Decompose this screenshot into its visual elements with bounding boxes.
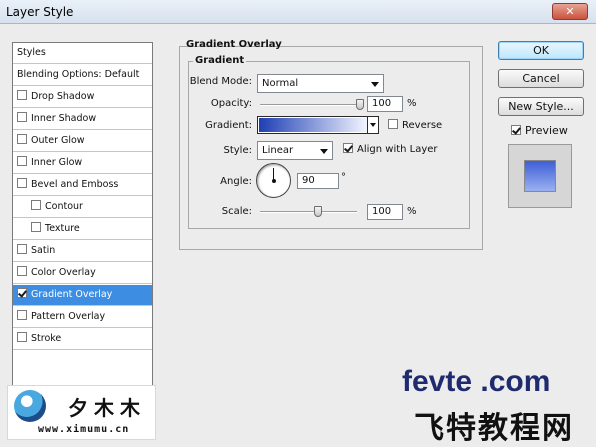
style-item-pattern-overlay[interactable]: Pattern Overlay xyxy=(13,307,152,328)
scale-slider-thumb[interactable] xyxy=(314,206,323,217)
ok-button[interactable]: OK xyxy=(498,41,584,60)
style-item-inner-glow[interactable]: Inner Glow xyxy=(13,153,152,174)
style-item-drop-shadow[interactable]: Drop Shadow xyxy=(13,87,152,108)
ximumu-brand-text: 夕木木 xyxy=(68,396,146,420)
style-item-label: Inner Shadow xyxy=(31,113,97,124)
opacity-slider-track[interactable] xyxy=(260,104,360,106)
ximumu-url-text: www.ximumu.cn xyxy=(38,424,130,435)
checkbox-icon[interactable] xyxy=(31,200,41,210)
chevron-down-icon xyxy=(320,149,328,154)
gradient-swatch[interactable] xyxy=(259,118,367,132)
style-item-stroke[interactable]: Stroke xyxy=(13,329,152,350)
blend-mode-select[interactable]: Normal xyxy=(257,74,384,93)
style-item-gradient-overlay[interactable]: Gradient Overlay xyxy=(13,285,152,306)
opacity-label: Opacity: xyxy=(210,98,252,109)
title-bar: Layer Style ✕ xyxy=(0,0,596,24)
angle-label: Angle: xyxy=(220,176,252,187)
angle-dial-hub xyxy=(272,179,276,183)
layer-style-dialog: Styles Blending Options: Default Drop Sh… xyxy=(0,25,596,446)
fevte-cn-watermark: 飞特教程网 xyxy=(414,411,574,446)
checkbox-icon[interactable] xyxy=(17,134,27,144)
window-title: Layer Style xyxy=(6,5,74,19)
checkbox-icon xyxy=(511,125,521,135)
opacity-unit: % xyxy=(407,98,417,109)
fevte-watermark: fevte .com xyxy=(402,365,551,398)
cancel-button[interactable]: Cancel xyxy=(498,69,584,88)
style-item-label: Drop Shadow xyxy=(31,91,95,102)
blend-mode-value: Normal xyxy=(262,78,299,89)
style-item-label: Gradient Overlay xyxy=(31,289,113,300)
ximumu-logo-icon xyxy=(14,390,46,422)
scale-unit: % xyxy=(407,206,417,217)
angle-unit: ° xyxy=(341,172,346,183)
new-style-button[interactable]: New Style... xyxy=(498,97,584,116)
style-item-label: Satin xyxy=(31,245,56,256)
checkbox-icon[interactable] xyxy=(17,332,27,342)
style-item-outer-glow[interactable]: Outer Glow xyxy=(13,131,152,152)
checkbox-icon[interactable] xyxy=(17,112,27,122)
blending-options-item[interactable]: Blending Options: Default xyxy=(13,65,152,86)
preview-swatch xyxy=(524,160,556,192)
scale-input[interactable]: 100 xyxy=(367,204,403,220)
gradient-label: Gradient: xyxy=(205,120,252,131)
style-item-color-overlay[interactable]: Color Overlay xyxy=(13,263,152,284)
opacity-input[interactable]: 100 xyxy=(367,96,403,112)
styles-header[interactable]: Styles xyxy=(13,43,152,64)
style-item-label: Bevel and Emboss xyxy=(31,179,119,190)
checkbox-icon[interactable] xyxy=(31,222,41,232)
close-button[interactable]: ✕ xyxy=(552,3,588,20)
gradient-picker[interactable] xyxy=(257,116,379,134)
style-item-label: Texture xyxy=(45,223,80,234)
preview-checkbox[interactable]: Preview xyxy=(511,124,568,137)
style-value: Linear xyxy=(262,145,294,156)
checkbox-icon[interactable] xyxy=(17,90,27,100)
style-select[interactable]: Linear xyxy=(257,141,333,160)
styles-list: Styles Blending Options: Default Drop Sh… xyxy=(12,42,153,389)
checkbox-icon[interactable] xyxy=(17,244,27,254)
preview-thumbnail xyxy=(508,144,572,208)
style-item-label: Contour xyxy=(45,201,83,212)
chevron-down-icon xyxy=(371,82,379,87)
gradient-dropdown-button[interactable] xyxy=(367,117,378,133)
checkbox-icon[interactable] xyxy=(17,266,27,276)
angle-input[interactable]: 90 xyxy=(297,173,339,189)
style-item-label: Inner Glow xyxy=(31,157,83,168)
checkbox-icon[interactable] xyxy=(17,310,27,320)
style-item-label: Pattern Overlay xyxy=(31,311,106,322)
angle-dial[interactable] xyxy=(256,163,291,198)
ximumu-watermark: 夕木木 www.ximumu.cn xyxy=(7,385,156,440)
scale-label: Scale: xyxy=(221,206,252,217)
checkbox-icon[interactable] xyxy=(17,156,27,166)
style-item-bevel-and-emboss[interactable]: Bevel and Emboss xyxy=(13,175,152,196)
reverse-label: Reverse xyxy=(402,120,443,131)
blend-mode-label: Blend Mode: xyxy=(189,76,252,87)
align-with-layer-label: Align with Layer xyxy=(357,144,438,155)
style-item-inner-shadow[interactable]: Inner Shadow xyxy=(13,109,152,130)
style-label: Style: xyxy=(223,145,253,156)
group-title: Gradient xyxy=(193,55,247,66)
preview-label: Preview xyxy=(525,124,568,137)
reverse-checkbox[interactable]: Reverse xyxy=(388,119,442,131)
checkbox-icon[interactable] xyxy=(17,288,27,298)
panel-title: Gradient Overlay xyxy=(186,39,282,50)
style-item-contour[interactable]: Contour xyxy=(13,197,152,218)
style-item-satin[interactable]: Satin xyxy=(13,241,152,262)
align-with-layer-checkbox[interactable]: Align with Layer xyxy=(343,143,438,155)
checkbox-icon xyxy=(343,143,353,153)
checkbox-icon xyxy=(388,119,398,129)
scale-slider-track[interactable] xyxy=(260,211,357,213)
checkbox-icon[interactable] xyxy=(17,178,27,188)
opacity-slider-thumb[interactable] xyxy=(356,99,364,110)
style-item-label: Outer Glow xyxy=(31,135,85,146)
style-item-label: Color Overlay xyxy=(31,267,96,278)
style-item-label: Stroke xyxy=(31,333,62,344)
style-item-texture[interactable]: Texture xyxy=(13,219,152,240)
